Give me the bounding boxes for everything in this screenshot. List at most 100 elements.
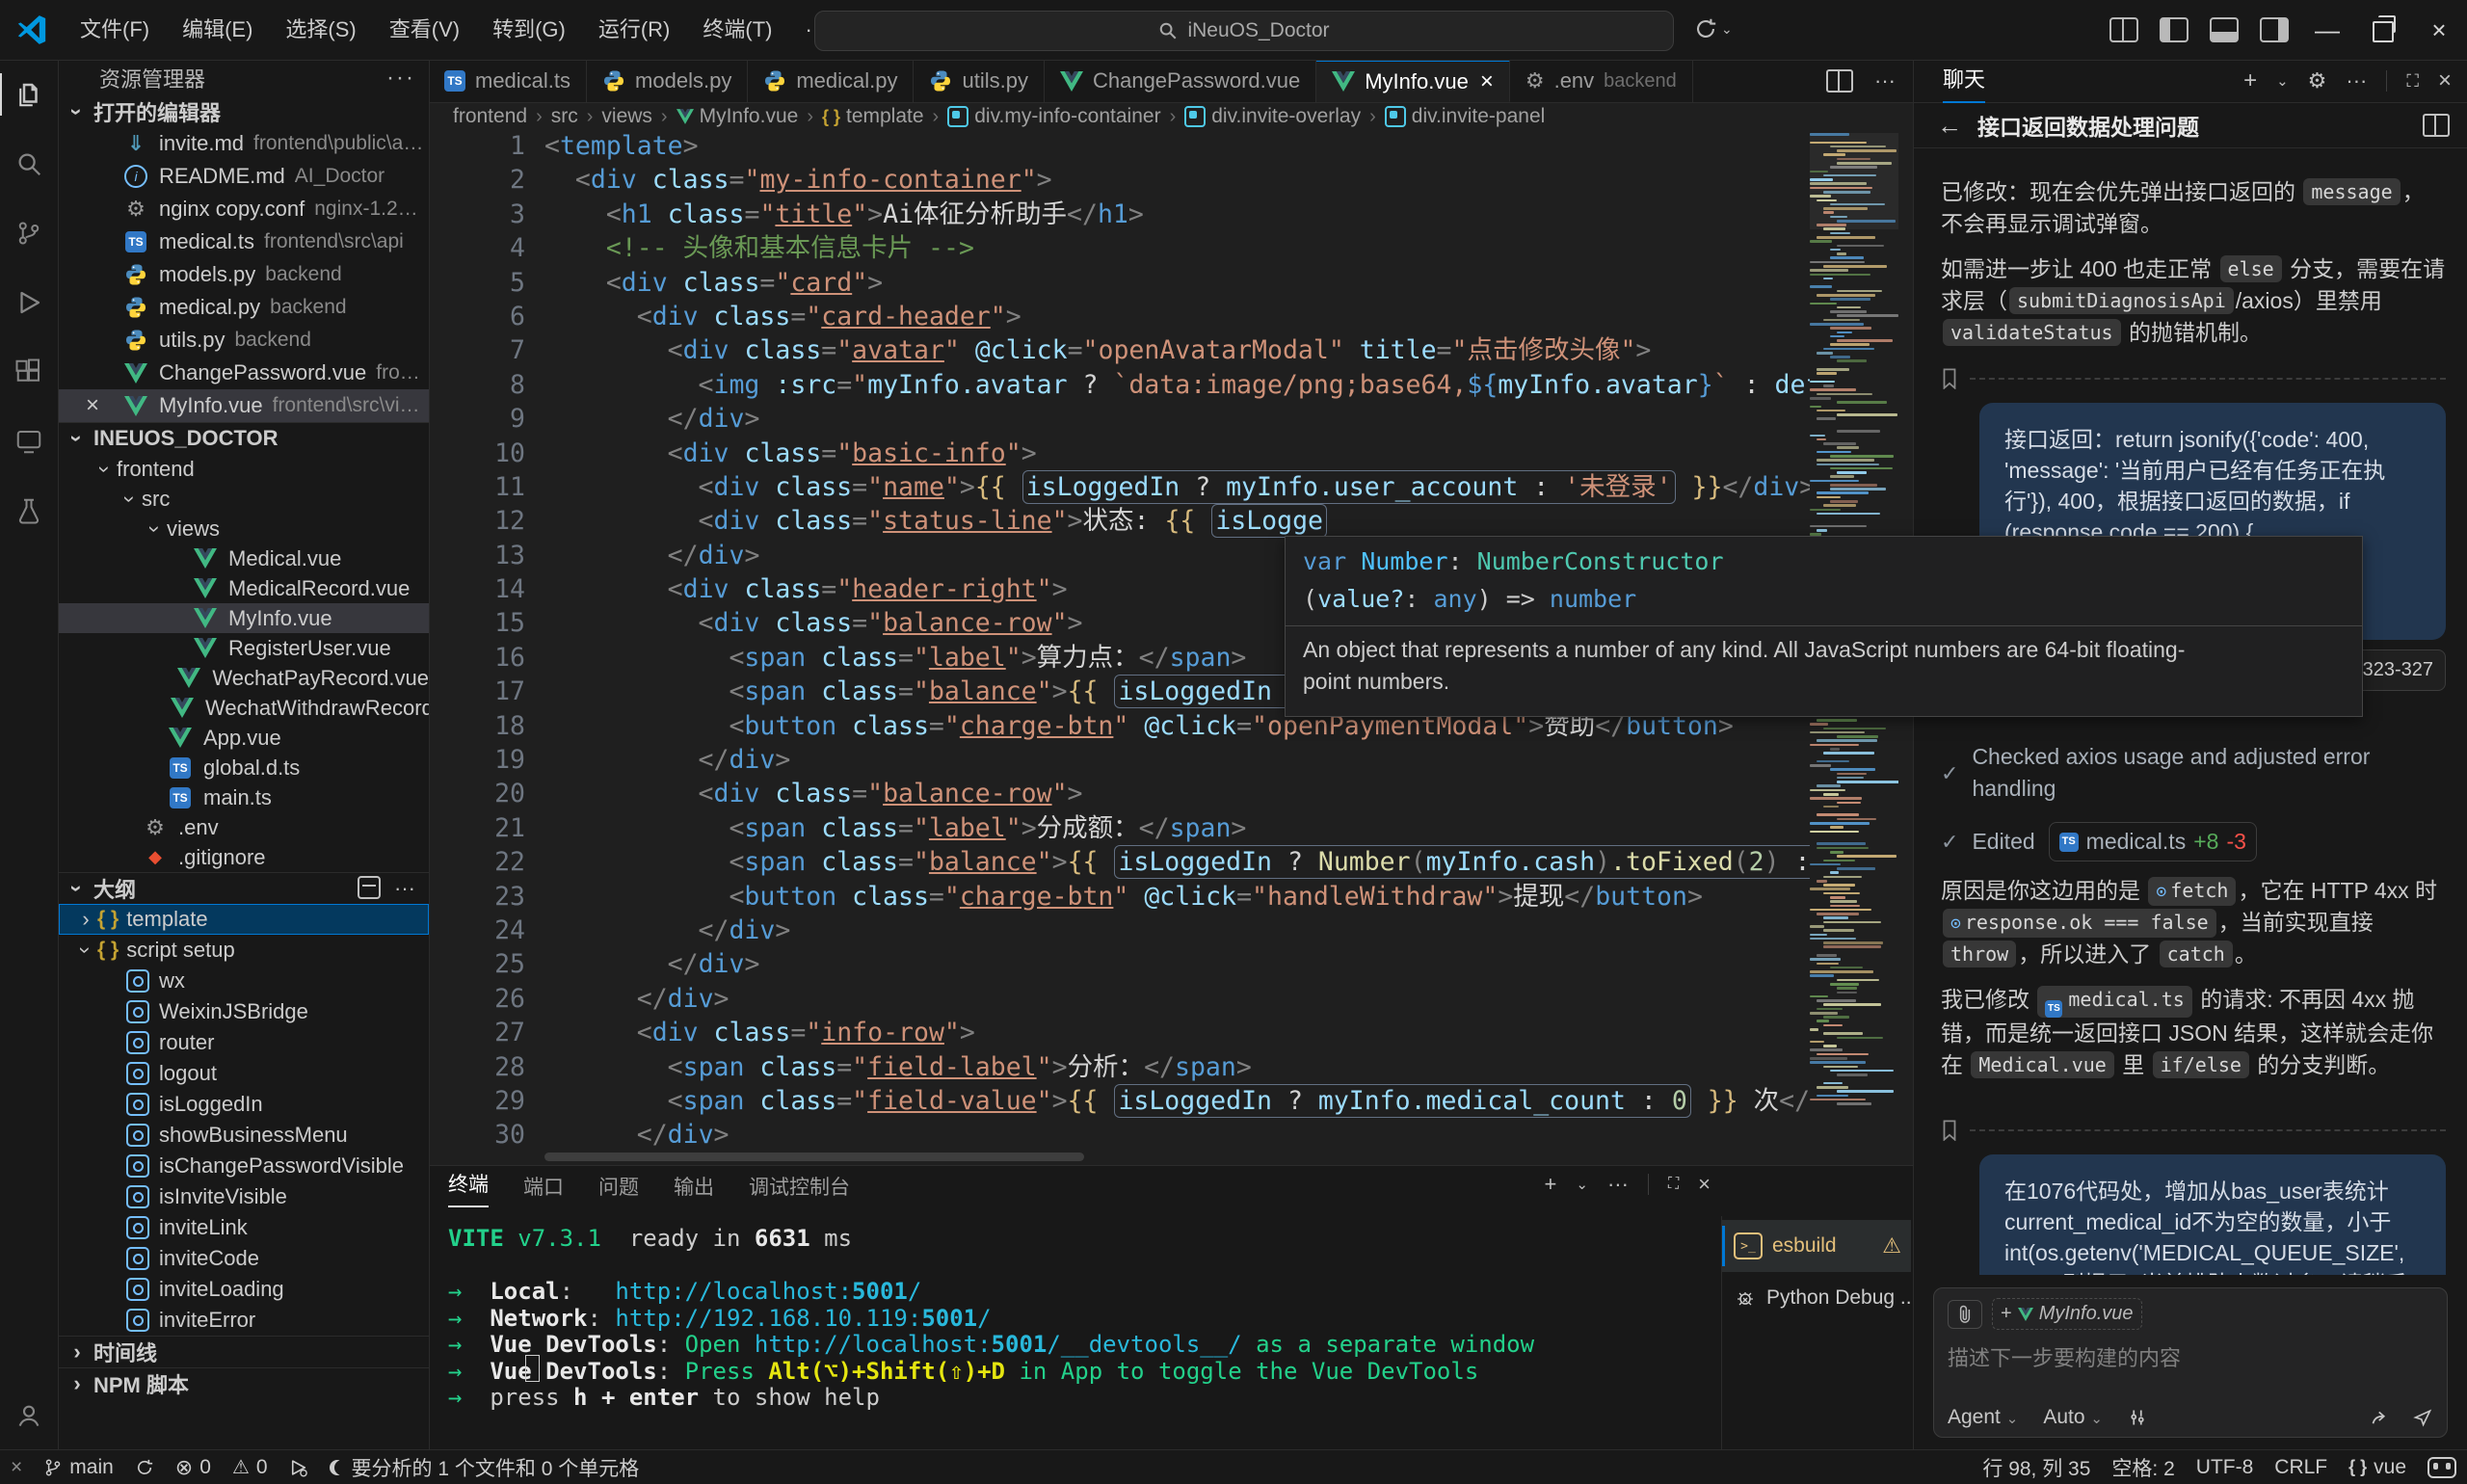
tools-icon[interactable]: [2128, 1408, 2147, 1427]
tab-ChangePassword.vue[interactable]: ChangePassword.vue: [1045, 60, 1316, 102]
outline-item[interactable]: ›{ }script setup: [59, 935, 429, 966]
close-window-button[interactable]: ×: [2411, 0, 2467, 60]
status-item[interactable]: [124, 1450, 165, 1484]
tab-utils.py[interactable]: utils.py: [914, 60, 1044, 102]
tab-MyInfo.vue[interactable]: MyInfo.vue×: [1316, 60, 1510, 102]
close-editor-icon[interactable]: ×: [86, 392, 99, 419]
explorer-icon[interactable]: [0, 60, 58, 129]
open-editors-header[interactable]: › 打开的编辑器: [59, 96, 429, 127]
status-item[interactable]: [279, 1450, 319, 1484]
chat-settings-gear-icon[interactable]: ⚙: [2308, 68, 2327, 93]
outline-item[interactable]: inviteError: [59, 1305, 429, 1336]
panel-tab-问题[interactable]: 问题: [598, 1172, 639, 1201]
model-selector[interactable]: Auto ⌄: [2043, 1406, 2103, 1429]
workspace-header[interactable]: › INEUOS_DOCTOR: [59, 422, 429, 454]
code-line[interactable]: 6 <div class="card-header">: [429, 300, 1913, 333]
forward-chat-icon[interactable]: [2370, 1408, 2391, 1427]
tab-medical.ts[interactable]: TSmedical.ts: [429, 60, 587, 102]
tree-item[interactable]: MedicalRecord.vue: [59, 573, 429, 603]
send-icon[interactable]: [2412, 1408, 2433, 1427]
horizontal-scrollbar[interactable]: [544, 1153, 1084, 1161]
open-editor-item[interactable]: utils.pybackend: [59, 324, 429, 357]
panel-close-icon[interactable]: ×: [1698, 1172, 1711, 1197]
terminal-instance[interactable]: >_esbuild⚠: [1722, 1220, 1911, 1272]
code-line[interactable]: 21 <span class="label">分成额：</span>: [429, 811, 1913, 845]
outline-item[interactable]: isInviteVisible: [59, 1181, 429, 1212]
chat-maximize-icon[interactable]: ⛶: [2406, 71, 2419, 92]
toggle-sidebar-icon[interactable]: [2160, 17, 2188, 42]
chat-tab[interactable]: 聊天: [1943, 60, 1985, 103]
remote-icon[interactable]: [0, 407, 58, 476]
menu-item[interactable]: 编辑(E): [166, 11, 269, 49]
outline-item[interactable]: wx: [59, 966, 429, 996]
menu-item[interactable]: 选择(S): [269, 11, 372, 49]
agent-mode-selector[interactable]: Agent ⌄: [1948, 1406, 2018, 1429]
chat-input-box[interactable]: + MyInfo.vue 描述下一步要构建的内容 Agent ⌄ Auto ⌄: [1933, 1287, 2448, 1438]
open-editor-item[interactable]: ⚙nginx copy.confnginx-1.28.1\conf: [59, 193, 429, 225]
tree-item[interactable]: ›frontend: [59, 454, 429, 484]
outline-collapse-icon[interactable]: [358, 876, 381, 899]
terminal-dropdown-icon[interactable]: ⌄: [1576, 1176, 1588, 1193]
testing-icon[interactable]: [0, 476, 58, 545]
code-line[interactable]: 10 <div class="basic-info">: [429, 437, 1913, 470]
panel-tab-终端[interactable]: 终端: [448, 1165, 489, 1207]
account-icon[interactable]: [0, 1381, 58, 1450]
status-item[interactable]: CRLF: [2264, 1450, 2338, 1484]
breadcrumb-item[interactable]: div.invite-overlay: [1184, 105, 1361, 128]
breadcrumb-item[interactable]: MyInfo.vue: [676, 105, 799, 128]
tab-medical.py[interactable]: medical.py: [748, 60, 914, 102]
sync-dropdown-icon[interactable]: ⌄: [1694, 17, 1733, 40]
code-line[interactable]: 27 <div class="info-row">: [429, 1016, 1913, 1049]
tree-item[interactable]: ›src: [59, 484, 429, 514]
tree-item[interactable]: WechatPayRecord.vue: [59, 663, 429, 693]
customize-layout-icon[interactable]: [2109, 17, 2138, 42]
tree-item[interactable]: App.vue: [59, 723, 429, 753]
tree-item[interactable]: ⚙.env: [59, 812, 429, 842]
run-debug-icon[interactable]: [0, 268, 58, 337]
extensions-icon[interactable]: [0, 337, 58, 407]
outline-item[interactable]: logout: [59, 1058, 429, 1089]
status-item[interactable]: 行 98, 列 35: [1972, 1450, 2101, 1484]
breadcrumb-item[interactable]: { }template: [822, 105, 924, 128]
code-line[interactable]: 30 </div>: [429, 1118, 1913, 1152]
outline-item[interactable]: isLoggedIn: [59, 1089, 429, 1120]
breadcrumb-item[interactable]: src: [551, 105, 578, 128]
outline-item[interactable]: inviteLoading: [59, 1274, 429, 1305]
source-control-icon[interactable]: [0, 199, 58, 268]
open-editor-item[interactable]: medical.pybackend: [59, 291, 429, 324]
breadcrumb-item[interactable]: div.my-info-container: [947, 105, 1160, 128]
code-line[interactable]: 1<template>: [429, 129, 1913, 163]
restore-button[interactable]: [2355, 0, 2411, 60]
attach-context-button[interactable]: [1948, 1300, 1982, 1329]
timeline-header[interactable]: › 时间线: [59, 1336, 429, 1367]
menu-item[interactable]: 转到(G): [476, 11, 582, 49]
code-line[interactable]: 11 <div class="name">{{ isLoggedIn ? myI…: [429, 470, 1913, 504]
panel-tab-输出[interactable]: 输出: [674, 1172, 714, 1201]
breadcrumb-item[interactable]: frontend: [453, 105, 527, 128]
status-item[interactable]: ⚠0: [222, 1450, 279, 1484]
status-item[interactable]: 空格: 2: [2101, 1450, 2185, 1484]
outline-item[interactable]: showBusinessMenu: [59, 1120, 429, 1151]
edited-file-chip[interactable]: TSmedical.ts+8-3: [2049, 822, 2257, 861]
toggle-secondary-sidebar-icon[interactable]: [2260, 17, 2289, 42]
command-center-search[interactable]: iNeuOS_Doctor: [814, 11, 1674, 51]
tree-item[interactable]: TSglobal.d.ts: [59, 753, 429, 782]
status-item[interactable]: UTF-8: [2186, 1450, 2265, 1484]
panel-maximize-icon[interactable]: ⛶: [1668, 1176, 1679, 1193]
editor-more-actions-icon[interactable]: ···: [1874, 68, 1896, 93]
open-editor-item[interactable]: ×MyInfo.vuefrontend\src\views: [59, 389, 429, 422]
tab-.env[interactable]: ⚙.envbackend: [1510, 60, 1693, 102]
breadcrumb-item[interactable]: div.invite-panel: [1385, 105, 1546, 128]
code-line[interactable]: 29 <span class="field-value">{{ isLogged…: [429, 1084, 1913, 1118]
inline-code-chip[interactable]: TSmedical.ts: [2037, 986, 2191, 1018]
outline-header[interactable]: › 大纲 ···: [59, 872, 429, 904]
status-item[interactable]: [2417, 1450, 2467, 1484]
panel-tab-调试控制台[interactable]: 调试控制台: [749, 1172, 850, 1201]
breadcrumb[interactable]: frontend›src›views›MyInfo.vue›{ }templat…: [429, 102, 1913, 131]
panel-more-icon[interactable]: ···: [1607, 1172, 1629, 1197]
tree-item[interactable]: WechatWithdrawRecord.vue: [59, 693, 429, 723]
close-tab-icon[interactable]: ×: [1480, 68, 1494, 95]
code-line[interactable]: 5 <div class="card">: [429, 266, 1913, 300]
tree-item[interactable]: ◆.gitignore: [59, 842, 429, 872]
open-editor-item[interactable]: models.pybackend: [59, 258, 429, 291]
